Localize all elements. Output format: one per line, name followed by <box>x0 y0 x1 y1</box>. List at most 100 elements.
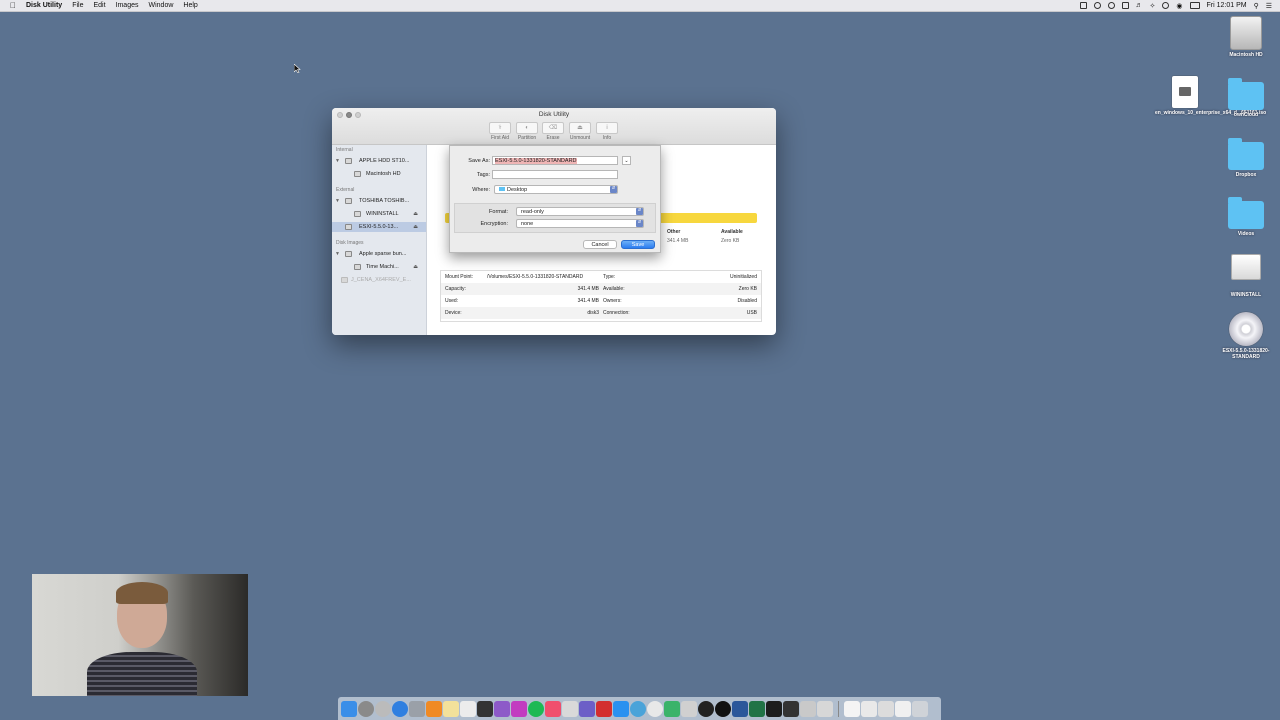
erase-button[interactable]: ⌫ Erase <box>539 122 567 141</box>
menu-edit[interactable]: Edit <box>93 2 105 9</box>
document-stack-icon[interactable] <box>844 700 860 717</box>
sidebar-item-toshiba[interactable]: ▼ TOSHIBA TOSHIB... <box>332 196 426 206</box>
trash-icon[interactable] <box>912 700 928 717</box>
utility-icon[interactable] <box>681 700 697 717</box>
disk-image-icon <box>341 277 348 283</box>
vlc-icon[interactable] <box>426 700 442 717</box>
system-preferences-icon[interactable] <box>358 700 374 717</box>
sidebar-item-apple-hdd[interactable]: ▼ APPLE HDD ST10... <box>332 156 426 166</box>
cancel-button[interactable]: Cancel <box>583 240 617 249</box>
eject-icon[interactable]: ⏏ <box>413 262 418 272</box>
menu-help[interactable]: Help <box>183 2 197 9</box>
menu-window[interactable]: Window <box>149 2 174 9</box>
sidebar-item-label: TOSHIBA TOSHIB... <box>359 198 410 204</box>
save-button[interactable]: Save <box>621 240 655 249</box>
sidebar-item-macintosh-hd[interactable]: Macintosh HD <box>332 169 426 179</box>
calendar-icon[interactable] <box>460 700 476 717</box>
chrome-icon[interactable] <box>647 700 663 717</box>
wifi-icon[interactable]: ◉ <box>1176 2 1182 10</box>
format-popup[interactable]: read-only ⇵ <box>516 207 644 216</box>
folder-icon <box>499 187 505 191</box>
record-icon[interactable] <box>1093 2 1101 9</box>
save-as-field[interactable]: ESXI-5.5.0-1331820-STANDARD <box>492 156 618 165</box>
photos-icon[interactable] <box>562 700 578 717</box>
info-key: Owners: <box>603 298 622 304</box>
launchpad-icon[interactable] <box>375 700 391 717</box>
eject-icon[interactable]: ⏏ <box>413 222 418 232</box>
disc-image-icon <box>345 224 352 230</box>
onenote-icon[interactable] <box>579 700 595 717</box>
window-thumbnail-icon[interactable] <box>878 700 894 717</box>
sidebar-item-j-cena[interactable]: J_CENA_X64FREV_E... <box>332 275 426 285</box>
save-as-label: Save As: <box>468 158 490 164</box>
desktop-icon-windows-iso[interactable]: en_windows_10_enterprise_x64_d...651161.… <box>1153 76 1266 116</box>
sidebar-item-wininstall[interactable]: WININSTALL ⏏ <box>332 209 426 219</box>
sidebar-item-sparse-bundle[interactable]: ▼ Apple sparse bun... <box>332 249 426 259</box>
notification-center-icon[interactable]: ☰ <box>1266 2 1272 10</box>
desktop-icon-macintosh-hd[interactable]: Macintosh HD <box>1214 16 1278 58</box>
info-row: Used: 341.4 MB Owners: Disabled <box>441 295 761 307</box>
owncloud-icon[interactable] <box>1107 2 1115 9</box>
screen-icon[interactable] <box>1079 2 1087 9</box>
first-aid-button[interactable]: ⚕ First Aid <box>486 122 514 141</box>
time-machine-icon[interactable] <box>1162 2 1170 9</box>
remote-desktop-icon[interactable] <box>783 700 799 717</box>
excel-icon[interactable] <box>749 700 765 717</box>
finder-icon[interactable] <box>341 700 357 717</box>
pdf-app-icon[interactable] <box>596 700 612 717</box>
where-popup[interactable]: Desktop ⇵ <box>494 185 618 194</box>
window-titlebar[interactable]: Disk Utility ⚕ First Aid ◐ Partition ⌫ E… <box>332 108 776 145</box>
sidebar-item-time-machine[interactable]: Time Machi... ⏏ <box>332 262 426 272</box>
archive-utility-icon[interactable] <box>800 700 816 717</box>
apple-menu-icon[interactable]:  <box>10 1 20 10</box>
media-player-icon[interactable] <box>715 700 731 717</box>
safari-icon[interactable] <box>392 700 408 717</box>
volume-icon[interactable]: ♬ <box>1136 2 1143 9</box>
spotlight-search-icon[interactable]: ⚲ <box>1254 2 1259 10</box>
menu-file[interactable]: File <box>72 2 83 9</box>
menu-clock[interactable]: Fri 12:01 PM <box>1207 2 1247 9</box>
console-icon[interactable] <box>766 700 782 717</box>
plex-icon[interactable] <box>698 700 714 717</box>
eject-icon[interactable]: ⏏ <box>413 209 418 219</box>
unmount-button[interactable]: ⏏ Unmount <box>566 122 594 141</box>
menu-images[interactable]: Images <box>116 2 139 9</box>
desktop-icon-esxi-dvd[interactable]: ESXI-5.5.0-1331820-STANDARD <box>1214 312 1278 360</box>
sidebar-header-internal: Internal <box>336 147 353 153</box>
desktop-icon-videos[interactable]: Videos <box>1214 197 1278 237</box>
window-thumbnail-icon[interactable] <box>895 700 911 717</box>
sidebar-item-esxi[interactable]: ESXI-5.5.0-13... ⏏ <box>332 222 426 232</box>
tags-field[interactable] <box>492 170 618 179</box>
save-image-sheet: Save As: ESXI-5.5.0-1331820-STANDARD ⌄ T… <box>449 145 661 253</box>
spotify-icon[interactable] <box>528 700 544 717</box>
disk-utility-icon[interactable] <box>409 700 425 717</box>
terminal-icon[interactable] <box>477 700 493 717</box>
xcode-tools-icon[interactable] <box>664 700 680 717</box>
preview-icon[interactable] <box>817 700 833 717</box>
desktop-icon-dropbox[interactable]: Dropbox <box>1214 138 1278 178</box>
imovie-icon[interactable] <box>494 700 510 717</box>
display-icon[interactable] <box>1121 2 1129 9</box>
window-thumbnail-icon[interactable] <box>861 700 877 717</box>
star-app-icon[interactable] <box>511 700 527 717</box>
app-store-icon[interactable] <box>613 700 629 717</box>
disclosure-triangle-icon[interactable]: ▼ <box>335 249 340 259</box>
disclosure-triangle-icon[interactable]: ▼ <box>335 196 340 206</box>
battery-icon[interactable] <box>1189 2 1200 9</box>
bluetooth-icon[interactable]: ✧ <box>1150 2 1156 10</box>
disclosure-triangle-icon[interactable]: ▼ <box>335 156 340 166</box>
partition-pie-icon: ◐ <box>516 122 538 134</box>
network-utility-icon[interactable] <box>630 700 646 717</box>
word-icon[interactable] <box>732 700 748 717</box>
desktop-icon-owncloud[interactable]: ownCloud <box>1214 78 1278 118</box>
info-button[interactable]: i Info <box>593 122 621 141</box>
itunes-icon[interactable] <box>545 700 561 717</box>
external-drive-icon <box>1231 254 1261 280</box>
expand-dialog-button[interactable]: ⌄ <box>622 156 631 165</box>
menu-app-name[interactable]: Disk Utility <box>26 2 62 9</box>
desktop-icon-wininstall[interactable]: WININSTALL <box>1214 254 1278 298</box>
notes-icon[interactable] <box>443 700 459 717</box>
partition-button[interactable]: ◐ Partition <box>513 122 541 141</box>
info-table: Mount Point: /Volumes/ESXI-5.5.0-1331820… <box>440 270 762 322</box>
encryption-popup[interactable]: none ⇵ <box>516 219 644 228</box>
